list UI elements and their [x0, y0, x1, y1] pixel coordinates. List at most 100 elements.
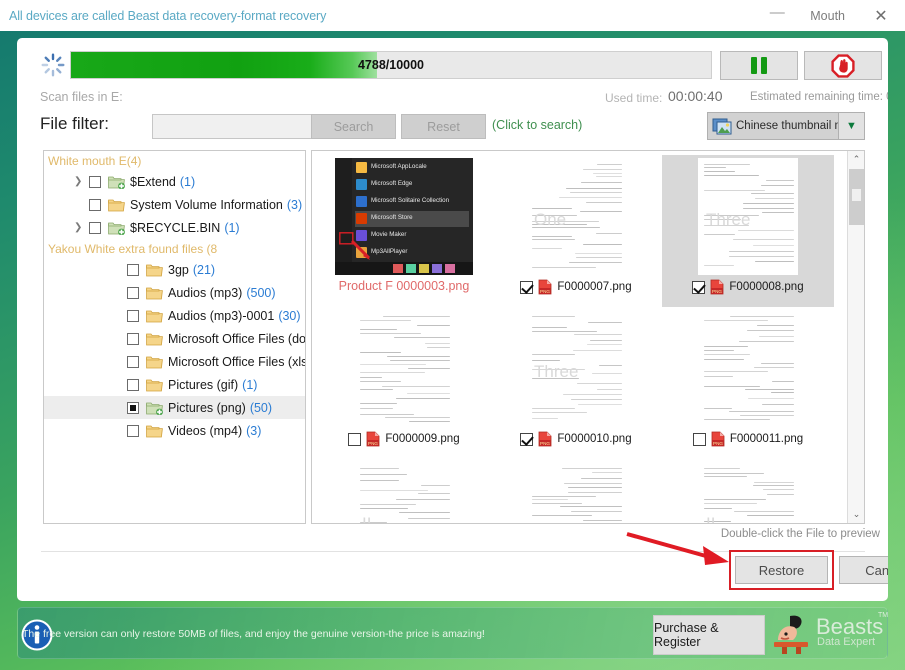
tree-item-checkbox[interactable] [127, 286, 139, 299]
preview-watermark: Three [534, 362, 579, 381]
tree-item-checkbox[interactable] [89, 198, 101, 211]
thumbnail-checkbox[interactable] [348, 432, 362, 446]
thumbnail-cell[interactable]: PNG F0000009.png [318, 307, 490, 459]
thumbnail-cell[interactable]: One PNG F0000007.png [490, 155, 662, 307]
restore-button[interactable]: Restore [735, 556, 828, 584]
png-icon-wrapper: PNG [710, 279, 724, 295]
tree-indent-spacer: ❯ [112, 425, 125, 436]
folder-icon-wrapper [146, 424, 168, 438]
tree-item-count: (21) [192, 262, 216, 277]
folder-tree-panel[interactable]: White mouth E(4) ❯$Extend(1)❯System Volu… [43, 150, 306, 524]
thumbnail-image[interactable] [698, 310, 798, 427]
tree-item-3gp[interactable]: ❯ 3gp(21) [44, 258, 305, 281]
tree-item-checkbox[interactable] [127, 401, 139, 414]
thumbnail-checkbox[interactable] [692, 280, 706, 294]
folder-icon [146, 356, 163, 368]
folder-icon-wrapper [146, 355, 168, 369]
window-title: All devices are called Beast data recove… [9, 8, 327, 23]
png-file-icon: PNG [711, 279, 724, 295]
thumbnail-cell[interactable]: PNG F0000011.png [662, 307, 834, 459]
folder-icon-wrapper [108, 198, 130, 212]
thumbnail-image[interactable]: Three [698, 158, 798, 275]
tree-item-checkbox[interactable] [89, 221, 101, 234]
tree-item-label: Audios (mp3) [168, 285, 243, 300]
pause-button[interactable] [720, 51, 798, 80]
expand-chevron-icon[interactable]: ❯ [74, 222, 87, 233]
tree-group-header-2: Yakou White extra found files (8 [48, 242, 218, 256]
tree-item-system-volume-information[interactable]: ❯ System Volume Information(3) [44, 193, 305, 216]
thumbnail-cell[interactable]: Microsoft AppLocale Microsoft Edge Microso… [318, 155, 490, 307]
tree-group-header-1: White mouth E(4) [48, 154, 142, 168]
thumbnail-image[interactable]: Three [526, 310, 626, 427]
tree-item-checkbox[interactable] [127, 309, 139, 322]
search-button[interactable]: Search [311, 114, 396, 139]
tree-indent-spacer: ❯ [112, 287, 125, 298]
thumbnail-image[interactable]: Microsoft AppLocale Microsoft Edge Microso… [335, 158, 473, 275]
cancel-button[interactable]: Cancel [839, 556, 888, 584]
tree-item-audios-mp3-0001[interactable]: ❯ Audios (mp3)-0001(30) [44, 304, 305, 327]
thumbnail-cell[interactable]: II [662, 459, 834, 523]
reset-button[interactable]: Reset [401, 114, 486, 139]
mouth-label[interactable]: Mouth [798, 0, 857, 31]
footer-message: The free version can only restore 50MB o… [22, 628, 485, 640]
thumbnail-caption: PNG F0000010.png [520, 431, 632, 447]
tree-item-checkbox[interactable] [127, 263, 139, 276]
tree-item-checkbox[interactable] [127, 355, 139, 368]
folder-icon-wrapper [146, 378, 168, 392]
tree-item-pictures-png[interactable]: ❯ Pictures (png)(50) [44, 396, 305, 419]
scan-path-text: Scan files in E: [40, 90, 123, 104]
tree-indent-spacer: ❯ [112, 310, 125, 321]
tree-item-checkbox[interactable] [127, 378, 139, 391]
thumbnail-mode-dropdown[interactable]: Chinese thumbnail mode ▼ [707, 112, 865, 140]
thumbnail-checkbox[interactable] [520, 280, 534, 294]
tree-indent-spacer: ❯ [112, 356, 125, 367]
folder-icon [108, 199, 125, 211]
tree-item-checkbox[interactable] [127, 332, 139, 345]
tree-item-checkbox[interactable] [127, 424, 139, 437]
thumbnail-cell[interactable] [490, 459, 662, 523]
thumbnail-panel[interactable]: Microsoft AppLocale Microsoft Edge Microso… [311, 150, 865, 524]
filter-row: File filter: Search Reset (Click to sear… [17, 112, 888, 148]
thumbnail-filename: Product F 0000003.png [338, 279, 470, 293]
tree-item-recycle-bin[interactable]: ❯ $RECYCLE.BIN (1) [44, 216, 305, 239]
thumbnail-image[interactable]: One [526, 158, 626, 275]
thumbnail-image[interactable] [526, 462, 626, 523]
thumbnail-checkbox[interactable] [520, 432, 534, 446]
thumbnail-cell[interactable]: Three PNG F0000010.png [490, 307, 662, 459]
thumbnail-cell[interactable]: Three PNG F0000008.png [662, 155, 834, 307]
tree-item-count: (30) [278, 308, 301, 323]
thumbnail-caption: PNG F0000007.png [520, 279, 632, 295]
stop-button[interactable] [804, 51, 882, 80]
file-filter-input[interactable] [152, 114, 317, 139]
tree-item-microsoft-office-files-xlsx[interactable]: ❯ Microsoft Office Files (xlsx) [44, 350, 305, 373]
thumbnail-image[interactable]: II [698, 462, 798, 523]
close-icon[interactable]: ✕ [857, 0, 905, 31]
thumbnail-filename: F0000010.png [557, 433, 632, 445]
scroll-down-icon[interactable]: ⌄ [848, 506, 864, 523]
tree-item-checkbox[interactable] [89, 175, 101, 188]
preview-hint: Double-click the File to preview [720, 528, 880, 540]
tree-item-audios-mp3[interactable]: ❯ Audios (mp3)(500) [44, 281, 305, 304]
tree-item-pictures-gif[interactable]: ❯ Pictures (gif)(1) [44, 373, 305, 396]
tree-item-videos-mp4[interactable]: ❯ Videos (mp4)(3) [44, 419, 305, 442]
chevron-down-icon[interactable]: ▼ [838, 113, 864, 139]
folder-icon [146, 402, 163, 415]
thumbnail-image[interactable]: II [354, 462, 454, 523]
purchase-register-button[interactable]: Purchase & Register [653, 615, 765, 655]
folder-icon [146, 264, 163, 276]
tree-item-extend[interactable]: ❯ $Extend (1) [44, 170, 305, 193]
picture-icon [712, 118, 732, 135]
folder-icon [146, 425, 163, 437]
thumbnail-cell[interactable]: II [318, 459, 490, 523]
scrollbar-thumb[interactable] [849, 169, 864, 225]
thumbnail-image[interactable] [354, 310, 454, 427]
thumbnail-grid: Microsoft AppLocale Microsoft Edge Microso… [312, 151, 848, 523]
expand-chevron-icon[interactable]: ❯ [74, 176, 87, 187]
tree-item-microsoft-office-files-docx[interactable]: ❯ Microsoft Office Files (docx) [44, 327, 305, 350]
thumbnail-scrollbar[interactable]: ⌃ ⌄ [847, 151, 864, 523]
scroll-up-icon[interactable]: ⌃ [848, 151, 864, 168]
preview-watermark: Three [706, 210, 751, 229]
cancel-button-wrapper: Cancel [839, 556, 888, 584]
thumbnail-checkbox[interactable] [692, 432, 706, 446]
minimize-button[interactable]: — [756, 0, 798, 31]
